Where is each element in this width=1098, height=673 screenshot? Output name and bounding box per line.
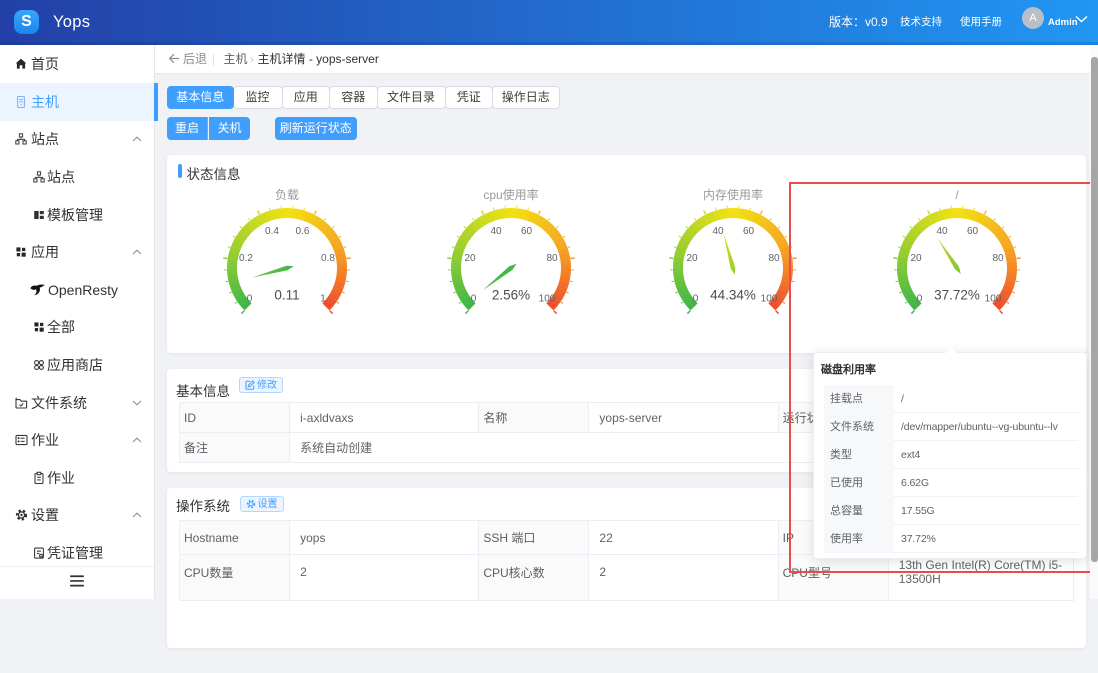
svg-text:80: 80 [546,253,558,264]
svg-text:0.8: 0.8 [321,253,335,264]
svg-text:负载: 负载 [275,188,299,202]
svg-text:0: 0 [471,293,477,304]
svg-text:60: 60 [743,226,755,237]
svg-text:100: 100 [539,293,556,304]
svg-text:0.11: 0.11 [274,288,299,303]
svg-text:2.56%: 2.56% [492,288,530,303]
svg-text:60: 60 [521,226,533,237]
svg-text:40: 40 [712,226,724,237]
svg-text:0.2: 0.2 [239,253,253,264]
svg-text:80: 80 [768,253,780,264]
svg-text:40: 40 [490,226,502,237]
svg-text:0: 0 [693,293,699,304]
svg-text:cpu使用率: cpu使用率 [483,187,538,202]
svg-text:44.34%: 44.34% [710,288,756,303]
svg-text:20: 20 [464,253,476,264]
svg-text:0.6: 0.6 [296,226,310,237]
svg-text:1: 1 [320,293,326,304]
svg-text:20: 20 [686,253,698,264]
svg-text:0.4: 0.4 [265,226,279,237]
svg-text:0: 0 [247,293,253,304]
svg-text:内存使用率: 内存使用率 [703,187,763,202]
svg-text:100: 100 [761,293,778,304]
